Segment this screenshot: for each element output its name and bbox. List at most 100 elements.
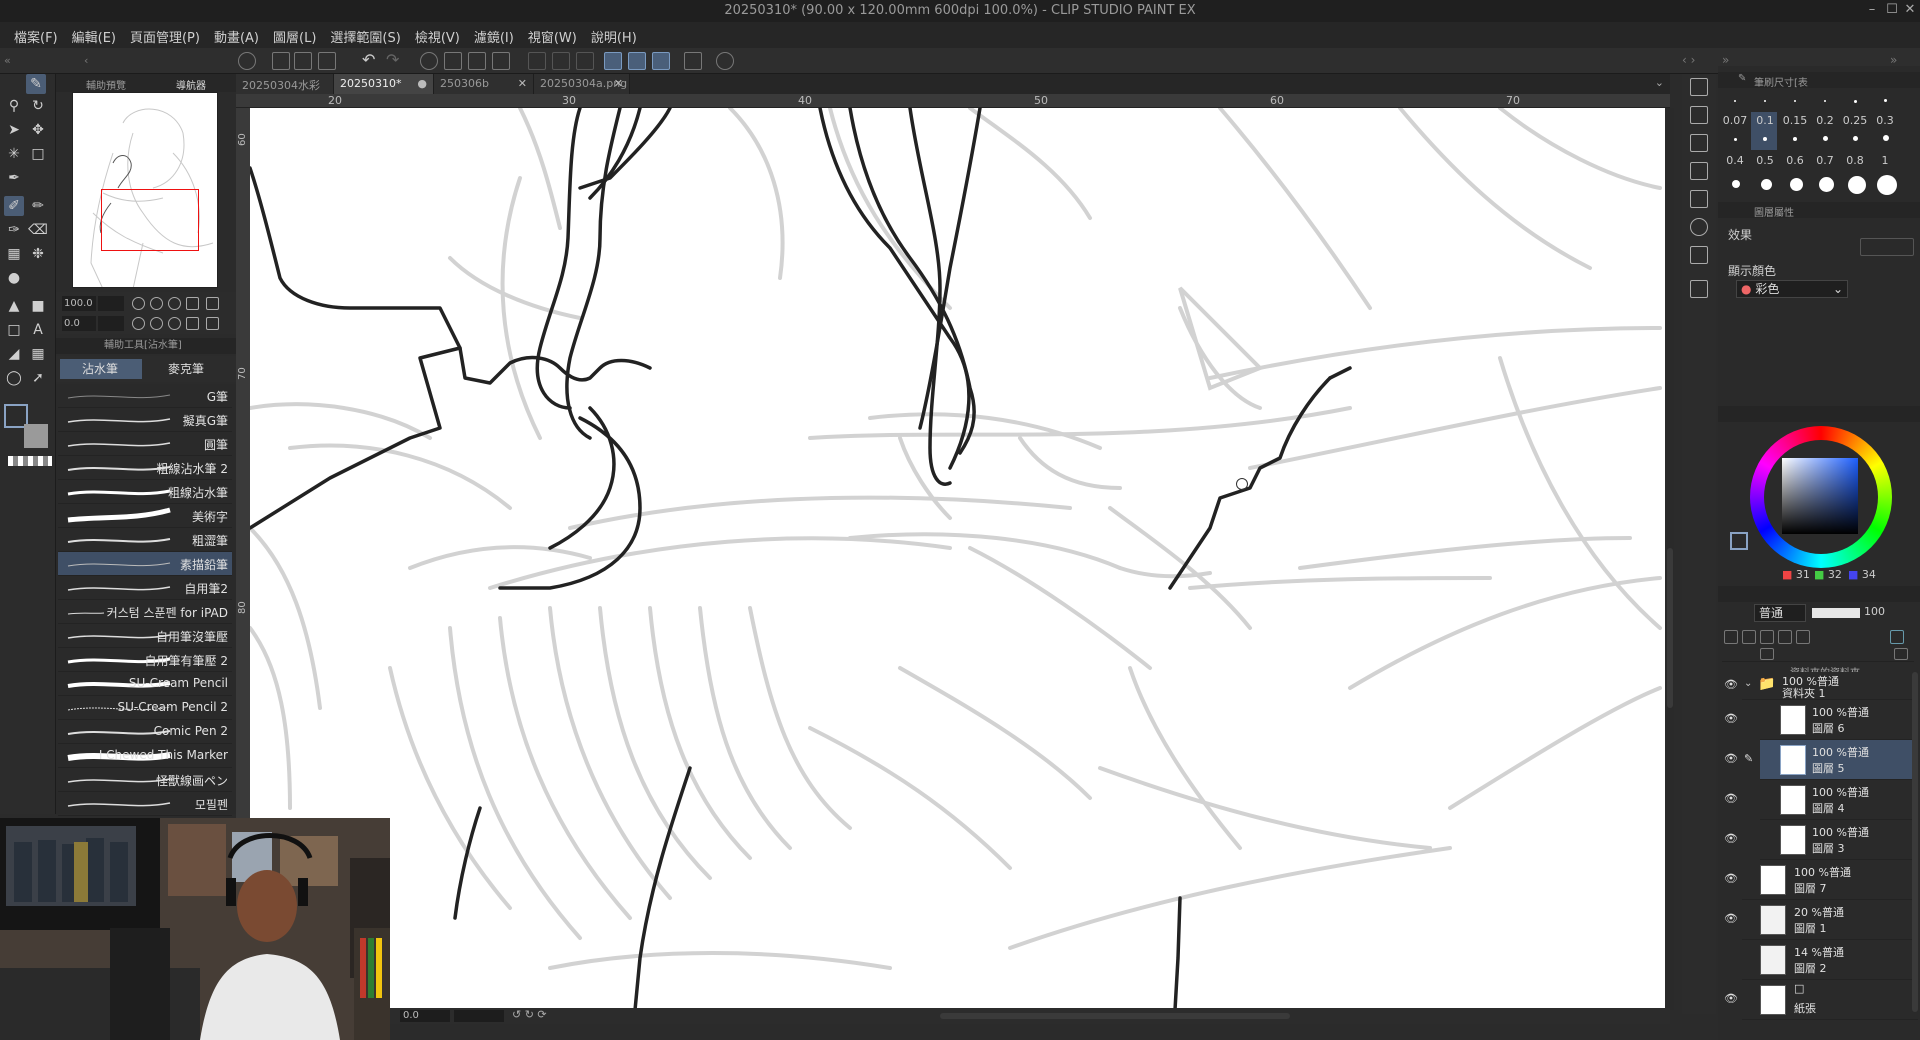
layer-row[interactable]: 👁 100 %普通 圖層 4 bbox=[1724, 780, 1918, 820]
device-settings-icon[interactable] bbox=[684, 52, 702, 70]
flip-horizontal-icon[interactable] bbox=[186, 317, 199, 330]
size-dot[interactable] bbox=[1884, 99, 1887, 102]
list-item[interactable]: 모필펜 bbox=[58, 792, 232, 816]
expand-right-icon[interactable]: » bbox=[1722, 53, 1729, 67]
new-file-icon[interactable] bbox=[272, 52, 290, 70]
correct-line-icon[interactable]: ➚ bbox=[28, 368, 48, 388]
decoration-icon[interactable]: ▦ bbox=[4, 244, 24, 264]
layer-row[interactable]: 👁 100 %普通 圖層 3 bbox=[1724, 820, 1918, 860]
canvas-rotation-slider[interactable] bbox=[454, 1010, 504, 1022]
material-5-icon[interactable] bbox=[1690, 190, 1708, 208]
maximize-icon[interactable]: ☐ bbox=[1882, 2, 1902, 20]
airbrush-icon[interactable]: ❉ bbox=[28, 244, 48, 264]
menu-edit[interactable]: 編輯(E) bbox=[68, 22, 126, 48]
layer-row[interactable]: 👁 ✎ 100 %普通 圖層 5 bbox=[1724, 740, 1918, 780]
size-dot[interactable] bbox=[1848, 176, 1866, 194]
pencil-icon[interactable]: ✏ bbox=[28, 196, 48, 216]
navigator-view-rect[interactable] bbox=[101, 189, 199, 251]
canvas-rotation-field[interactable]: 0.0 bbox=[400, 1010, 450, 1022]
size-dot[interactable] bbox=[1763, 137, 1767, 141]
size-label[interactable]: 0.7 bbox=[1810, 154, 1840, 167]
close-icon[interactable]: ✕ bbox=[1900, 2, 1920, 20]
zoom-tool-icon[interactable]: ⚲ bbox=[4, 96, 24, 116]
fit-icon[interactable] bbox=[186, 297, 199, 310]
tab-navigator[interactable]: 導航器 bbox=[176, 77, 206, 92]
fill-icon[interactable] bbox=[468, 52, 486, 70]
menu-file[interactable]: 檔案(F) bbox=[10, 22, 68, 48]
brush-icon[interactable]: ✑ bbox=[4, 220, 24, 240]
snap-grid-icon[interactable] bbox=[652, 52, 670, 70]
clear-outside-icon[interactable] bbox=[444, 52, 462, 70]
new-folder-icon[interactable] bbox=[1760, 648, 1774, 660]
size-dot[interactable] bbox=[1732, 180, 1740, 188]
eraser-icon[interactable]: ⌫ bbox=[28, 220, 48, 240]
layer-row[interactable]: 👁 100 %普通 圖層 7 bbox=[1724, 860, 1918, 900]
size-dot[interactable] bbox=[1853, 136, 1858, 141]
back-icon[interactable]: ‹ bbox=[84, 54, 88, 67]
size-dot[interactable] bbox=[1877, 175, 1897, 195]
clip-layer-icon[interactable] bbox=[1778, 630, 1792, 644]
hide-selection-icon[interactable] bbox=[528, 52, 546, 70]
fill-bucket-icon[interactable]: ▲ bbox=[4, 296, 24, 316]
layer-color-icon[interactable] bbox=[1890, 630, 1904, 644]
layer-row[interactable]: 👁 100 %普通 圖層 6 bbox=[1724, 700, 1918, 740]
size-dot[interactable] bbox=[1819, 177, 1834, 192]
tab-dip-pen[interactable]: 沾水筆 bbox=[60, 359, 142, 379]
transparent-color-swatch[interactable] bbox=[8, 456, 52, 466]
menu-layer[interactable]: 圖層(L) bbox=[269, 22, 326, 48]
delete-layer-icon[interactable] bbox=[1894, 648, 1908, 660]
material-4-icon[interactable] bbox=[1690, 162, 1708, 180]
drawing-canvas[interactable] bbox=[250, 108, 1665, 1010]
collapse-right-icon[interactable]: » bbox=[1890, 53, 1897, 67]
visibility-eye-icon[interactable]: 👁 bbox=[1724, 912, 1738, 925]
display-color-dropdown[interactable]: ● 彩色 ⌄ bbox=[1736, 280, 1848, 298]
canvas-rotate-buttons-icon[interactable]: ↺ ↻ ⟳ bbox=[512, 1008, 547, 1021]
assets-icon[interactable] bbox=[1690, 280, 1708, 298]
visibility-eye-icon[interactable]: 👁 bbox=[1724, 678, 1738, 691]
layer-row[interactable]: 👁 20 %普通 圖層 1 bbox=[1724, 900, 1918, 940]
expand-selection-icon[interactable] bbox=[576, 52, 594, 70]
size-label[interactable]: 0.07 bbox=[1720, 114, 1750, 127]
snap-special-ruler-icon[interactable] bbox=[628, 52, 646, 70]
text-tool-icon[interactable]: A bbox=[28, 320, 48, 340]
size-label[interactable]: 0.8 bbox=[1840, 154, 1870, 167]
frame-border-icon[interactable]: ◢ bbox=[4, 344, 24, 364]
new-raster-layer-icon[interactable] bbox=[1724, 630, 1738, 644]
rotate-right-icon[interactable] bbox=[150, 317, 163, 330]
reset-rotation-icon[interactable] bbox=[168, 317, 181, 330]
pen-icon[interactable]: ✐ bbox=[4, 196, 24, 216]
tab-marker[interactable]: 麥克筆 bbox=[146, 359, 228, 379]
history-icon[interactable] bbox=[1690, 246, 1708, 264]
material-icon[interactable] bbox=[1690, 78, 1708, 96]
size-dot[interactable] bbox=[1734, 138, 1737, 141]
undo-icon[interactable]: ↶ bbox=[362, 52, 380, 70]
size-dot[interactable] bbox=[1824, 100, 1826, 102]
clear-icon[interactable] bbox=[420, 52, 438, 70]
help-icon[interactable] bbox=[716, 52, 734, 70]
menu-window[interactable]: 視窗(W) bbox=[524, 22, 587, 48]
redo-icon[interactable]: ↷ bbox=[386, 52, 404, 70]
eyedropper-icon[interactable]: ✒ bbox=[4, 168, 24, 188]
size-label[interactable]: 0.1 bbox=[1750, 114, 1780, 127]
menu-view[interactable]: 檢視(V) bbox=[411, 22, 470, 48]
menu-filter[interactable]: 濾鏡(I) bbox=[470, 22, 524, 48]
reference-layer-icon[interactable] bbox=[1796, 630, 1810, 644]
size-label[interactable]: 1 bbox=[1870, 154, 1900, 167]
material-3-icon[interactable] bbox=[1690, 134, 1708, 152]
actual-size-icon[interactable] bbox=[168, 297, 181, 310]
list-item[interactable]: 素描鉛筆 bbox=[58, 552, 232, 576]
list-item[interactable]: 粗線沾水筆 2 bbox=[58, 456, 232, 480]
size-dot[interactable] bbox=[1823, 136, 1828, 141]
tab-document-4[interactable]: 20250304a.png ✕ bbox=[534, 74, 630, 94]
gradient-icon[interactable]: ■ bbox=[28, 296, 48, 316]
layer-row[interactable]: 14 %普通 圖層 2 bbox=[1742, 940, 1918, 980]
tab-sub-view[interactable]: 輔助預覽 bbox=[86, 77, 126, 92]
transform-icon[interactable] bbox=[492, 52, 510, 70]
blend-mode-dropdown[interactable]: 普通 bbox=[1754, 604, 1806, 622]
rotate-left-icon[interactable] bbox=[132, 317, 145, 330]
invert-selection-icon[interactable] bbox=[552, 52, 570, 70]
visibility-eye-icon[interactable]: 👁 bbox=[1724, 752, 1738, 765]
size-dot[interactable] bbox=[1764, 100, 1766, 102]
canvas-vertical-scrollbar[interactable] bbox=[1666, 108, 1674, 1010]
size-dot[interactable] bbox=[1794, 100, 1796, 102]
